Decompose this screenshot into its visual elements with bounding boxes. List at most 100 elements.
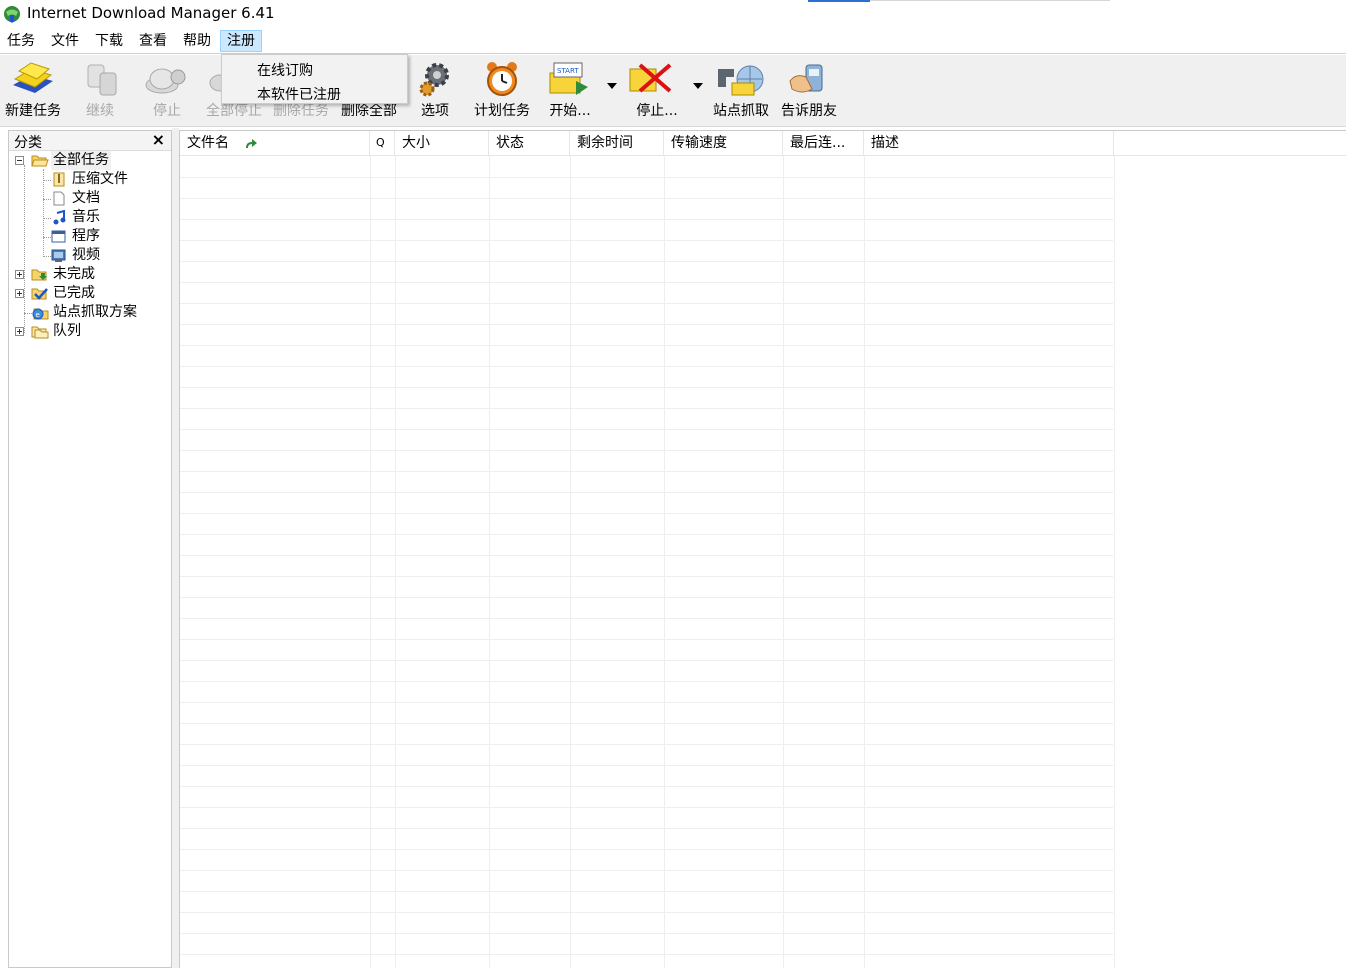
options-gear-icon — [419, 63, 449, 97]
tell-friend-button[interactable]: 告诉朋友 — [776, 55, 842, 125]
grid-column-line — [370, 156, 371, 968]
grid-row-line — [180, 324, 1113, 325]
new-task-button[interactable]: 新建任务 — [0, 55, 66, 125]
column-header-status[interactable]: 状态 — [489, 131, 570, 156]
grid-row-line — [180, 534, 1113, 535]
menu-register[interactable]: 注册 — [220, 30, 262, 52]
site-grabber-button[interactable]: 站点抓取 — [708, 55, 774, 125]
svg-text:START: START — [557, 67, 579, 75]
window-title: Internet Download Manager 6.41 — [27, 4, 275, 22]
title-bar: Internet Download Manager 6.41 — [0, 0, 1346, 28]
grid-row-line — [180, 597, 1113, 598]
tree-item-documents[interactable]: 文档 — [9, 189, 169, 208]
column-header-time-left[interactable]: 剩余时间 — [570, 131, 664, 156]
menu-tasks[interactable]: 任务 — [1, 30, 41, 52]
grid-row-line — [180, 345, 1113, 346]
grid-column-line — [570, 156, 571, 968]
expand-icon[interactable] — [15, 327, 24, 336]
tree-item-finished[interactable]: 已完成 — [9, 284, 169, 303]
grid-row-line — [180, 261, 1113, 262]
video-icon — [51, 249, 66, 262]
finished-folder-icon — [31, 288, 48, 300]
tree-item-grabber-projects[interactable]: e 站点抓取方案 — [9, 303, 169, 322]
grabber-project-icon: e — [32, 308, 49, 320]
grid-row-line — [180, 471, 1113, 472]
options-button[interactable]: 选项 — [404, 55, 466, 125]
grid-row-line — [180, 618, 1113, 619]
category-panel-header: 分类 × — [9, 130, 171, 151]
grid-row-line — [180, 870, 1113, 871]
scheduler-button[interactable]: 计划任务 — [468, 55, 536, 125]
grid-row-line — [180, 639, 1113, 640]
svg-text:e: e — [36, 311, 40, 319]
grid-row-line — [180, 660, 1113, 661]
resume-button[interactable]: 继续 — [68, 55, 132, 125]
grid-row-line — [180, 828, 1113, 829]
menu-bar: 任务 文件 下载 查看 帮助 注册 — [0, 28, 1346, 54]
panel-splitter[interactable] — [172, 128, 179, 968]
tree-item-compressed[interactable]: 压缩文件 — [9, 170, 169, 189]
grid-row-line — [180, 786, 1113, 787]
grid-row-line — [180, 702, 1113, 703]
grid-row-line — [180, 513, 1113, 514]
tree-item-programs[interactable]: 程序 — [9, 227, 169, 246]
column-header-last-try[interactable]: 最后连... — [783, 131, 864, 156]
close-icon[interactable]: × — [152, 130, 165, 149]
expand-icon[interactable] — [15, 289, 24, 298]
grid-column-line — [783, 156, 784, 968]
menu-item-registered[interactable]: 本软件已注册 — [257, 84, 341, 104]
register-dropdown-menu: 在线订购 本软件已注册 — [221, 54, 408, 104]
category-panel: 分类 × 全部任务 压缩文件 文档 音乐 程序 视频 未完成 已完成 e 站点抓… — [8, 130, 172, 968]
menu-download[interactable]: 下载 — [89, 30, 129, 52]
grid-row-line — [180, 765, 1113, 766]
idm-window: Internet Download Manager 6.41 任务 文件 下载 … — [0, 0, 1346, 968]
grid-row-line — [180, 681, 1113, 682]
grid-row-line — [180, 198, 1113, 199]
new-task-icon — [13, 62, 53, 93]
tree-item-all-tasks[interactable]: 全部任务 — [9, 151, 169, 170]
tree-item-video[interactable]: 视频 — [9, 246, 169, 265]
music-icon — [53, 210, 66, 225]
grid-column-line — [864, 156, 865, 968]
grid-row-line — [180, 723, 1113, 724]
menu-help[interactable]: 帮助 — [177, 30, 217, 52]
tree-item-unfinished[interactable]: 未完成 — [9, 265, 169, 284]
grid-row-line — [180, 891, 1113, 892]
grid-column-line — [395, 156, 396, 968]
collapse-icon[interactable] — [15, 156, 24, 165]
grid-column-line — [489, 156, 490, 968]
stop-queue-button[interactable]: 停止... — [622, 55, 692, 125]
grid-row-line — [180, 366, 1113, 367]
grid-row-line — [180, 450, 1113, 451]
column-header-description[interactable]: 描述 — [864, 131, 1114, 156]
menu-file[interactable]: 文件 — [45, 30, 85, 52]
stop-button[interactable]: 停止 — [134, 55, 200, 125]
archive-icon — [53, 172, 65, 187]
column-header-size[interactable]: 大小 — [395, 131, 489, 156]
column-header-filename[interactable]: 文件名 — [180, 131, 370, 156]
grid-row-line — [180, 429, 1113, 430]
column-header-transfer-rate[interactable]: 传输速度 — [664, 131, 783, 156]
grid-row-line — [180, 849, 1113, 850]
grid-row-line — [180, 282, 1113, 283]
grid-row-line — [180, 492, 1113, 493]
start-queue-dropdown-arrow[interactable] — [607, 83, 617, 89]
grid-row-line — [180, 912, 1113, 913]
column-header-queue[interactable]: Q — [370, 131, 395, 156]
expand-icon[interactable] — [15, 270, 24, 279]
grid-row-line — [180, 744, 1113, 745]
menu-item-order-online[interactable]: 在线订购 — [257, 60, 313, 80]
stop-icon — [145, 68, 186, 94]
grid-column-line — [1114, 156, 1115, 968]
menu-view[interactable]: 查看 — [133, 30, 173, 52]
grid-row-line — [180, 954, 1113, 955]
tree-item-music[interactable]: 音乐 — [9, 208, 169, 227]
grid-row-line — [180, 240, 1113, 241]
stop-queue-dropdown-arrow[interactable] — [693, 83, 703, 89]
idm-globe-icon — [4, 6, 20, 23]
tree-item-queues[interactable]: 队列 — [9, 322, 169, 341]
program-icon — [51, 230, 66, 243]
toolbar: 新建任务 继续 停止 全部停止 删除任务 删除全部 选项 计划任务 START … — [0, 55, 1346, 127]
start-queue-button[interactable]: START 开始... — [538, 55, 602, 125]
category-panel-title: 分类 — [14, 135, 42, 151]
